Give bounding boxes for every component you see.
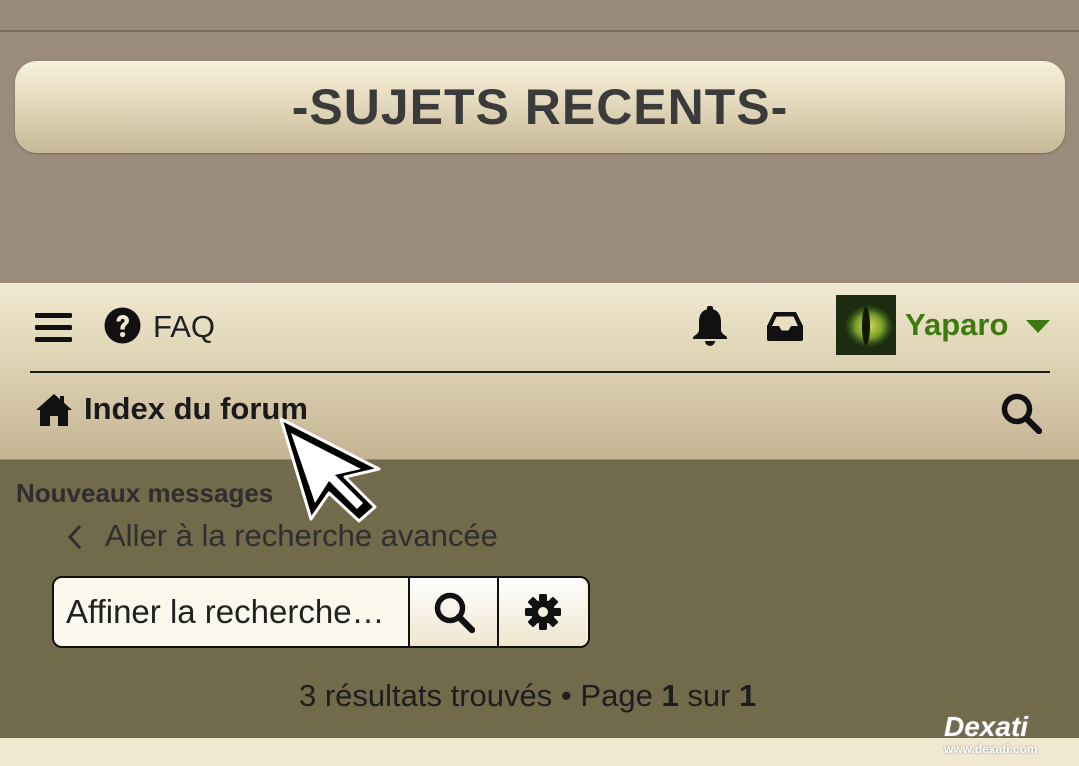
results-count: 3 résultats trouvés <box>299 678 553 713</box>
navbar-top-row: FAQ Yaparo <box>0 283 1079 371</box>
watermark: Dexati www.dexati.com <box>944 712 1072 760</box>
current-page: 1 <box>661 678 679 713</box>
chevron-left-icon[interactable] <box>66 524 84 550</box>
of-word: sur <box>687 678 731 713</box>
page-word: Page <box>580 678 653 713</box>
forum-navbar: FAQ Yaparo Index du forum <box>0 283 1079 459</box>
bell-icon[interactable] <box>691 306 729 346</box>
question-circle-icon[interactable] <box>104 307 141 344</box>
gear-icon <box>524 594 561 630</box>
search-settings-button[interactable] <box>497 578 586 646</box>
refine-search-input[interactable] <box>54 578 410 646</box>
navbar-breadcrumb-row: Index du forum <box>0 373 1079 459</box>
watermark-brand: Dexati <box>944 711 1029 742</box>
menu-icon[interactable] <box>35 313 73 343</box>
section-title: Nouveaux messages <box>16 478 274 508</box>
faq-link[interactable]: FAQ <box>153 309 215 345</box>
bottom-strip <box>0 738 1079 766</box>
caret-down-icon[interactable] <box>1025 319 1051 335</box>
search-icon <box>434 592 475 633</box>
top-strip <box>0 0 1079 32</box>
avatar[interactable] <box>836 295 896 355</box>
watermark-url: www.dexati.com <box>944 742 1038 756</box>
username-link[interactable]: Yaparo <box>905 307 1008 343</box>
search-box <box>52 576 590 648</box>
home-icon[interactable] <box>35 393 73 427</box>
page-title: -SUJETS RECENTS- <box>291 79 789 135</box>
search-submit-button[interactable] <box>410 578 497 646</box>
mouse-pointer-icon <box>279 417 381 523</box>
results-separator: • <box>560 678 572 713</box>
search-icon[interactable] <box>1000 392 1042 434</box>
total-pages: 1 <box>739 678 757 713</box>
content-area: Nouveaux messages Aller à la recherche a… <box>0 460 1079 738</box>
inbox-icon[interactable] <box>766 310 804 342</box>
page-banner: -SUJETS RECENTS- <box>15 61 1065 153</box>
